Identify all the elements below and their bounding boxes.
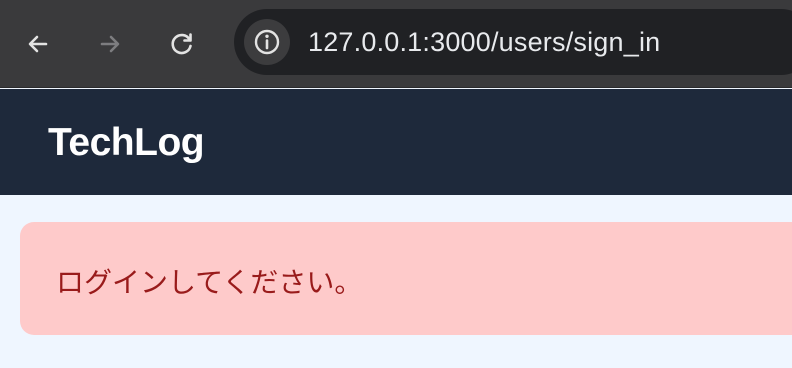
back-button[interactable] xyxy=(18,24,58,64)
reload-icon xyxy=(171,33,192,55)
info-icon xyxy=(254,29,280,55)
site-info-button[interactable] xyxy=(244,19,290,65)
arrow-right-icon xyxy=(100,35,120,53)
forward-button[interactable] xyxy=(90,24,130,64)
reload-button[interactable] xyxy=(162,24,202,64)
address-bar[interactable]: 127.0.0.1:3000/users/sign_in xyxy=(234,9,792,75)
flash-alert-message: ログインしてください。 xyxy=(56,266,363,299)
url-text[interactable]: 127.0.0.1:3000/users/sign_in xyxy=(308,27,660,58)
brand-logo-link[interactable]: TechLog xyxy=(48,121,205,165)
browser-toolbar: 127.0.0.1:3000/users/sign_in xyxy=(0,0,792,88)
flash-alert: ログインしてください。 xyxy=(20,222,792,335)
arrow-left-icon xyxy=(28,35,48,53)
main-content: ログインしてください。 xyxy=(0,195,792,368)
app-header: TechLog xyxy=(0,89,792,195)
